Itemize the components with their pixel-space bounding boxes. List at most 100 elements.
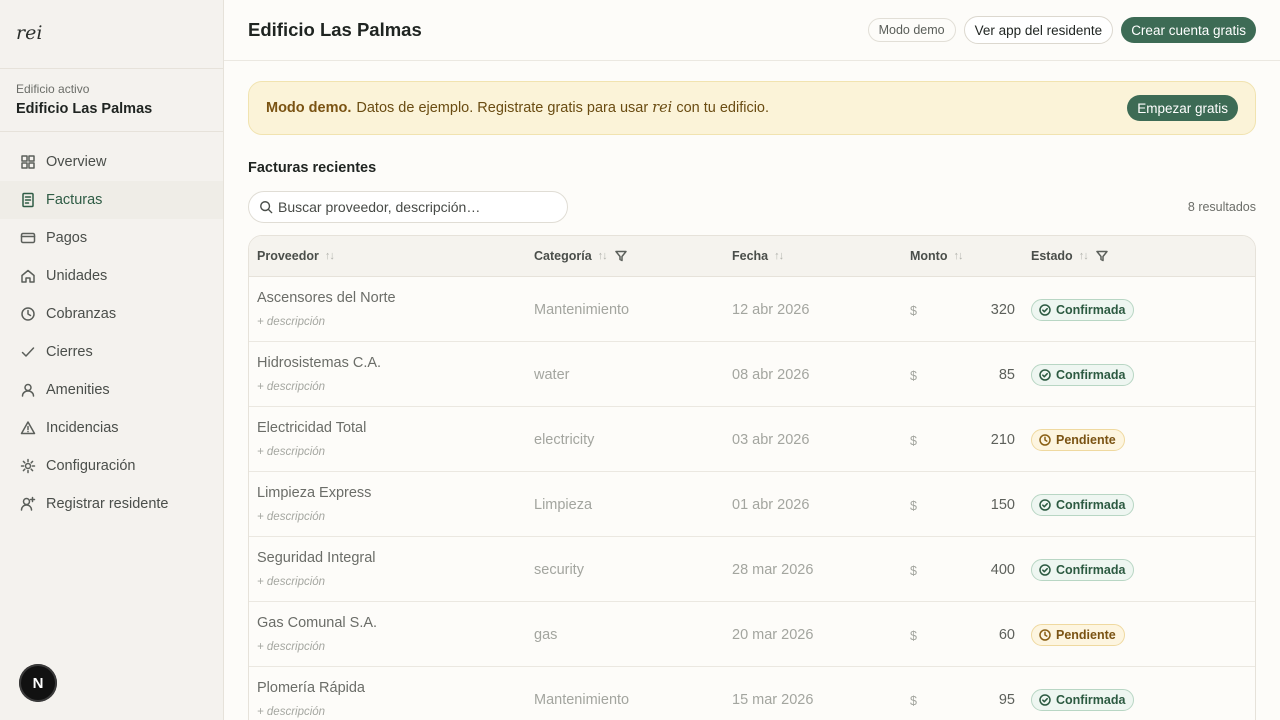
cell-categoria: Limpieza [534, 497, 593, 513]
sort-icon: ↑↓ [1078, 250, 1089, 262]
table-row[interactable]: Limpieza Express + descripción Limpieza 01 … [249, 472, 1255, 537]
cell-proveedor: Gas Comunal S.A. [257, 615, 378, 631]
search-input[interactable]: Buscar proveedor, descripción… [248, 191, 568, 223]
demo-mode-pill: Modo demo [867, 18, 956, 42]
cell-fecha: 01 abr 2026 [732, 497, 810, 513]
status-label: Confirmada [1056, 498, 1126, 512]
cell-monto: 60 [998, 627, 1015, 643]
dev-badge[interactable]: N [19, 664, 57, 702]
add-description-link[interactable]: + descripción [257, 576, 325, 588]
sort-icon: ↑↓ [597, 250, 608, 262]
sidebar-item-pagos[interactable]: Pagos [0, 219, 223, 257]
sidebar-item-label: Cierres [46, 344, 93, 360]
check-circle-icon [1039, 694, 1051, 706]
col-categoria-label: Categoría [534, 249, 592, 263]
results-count: 8 resultados [1187, 200, 1256, 214]
cell-moneda: $ [910, 694, 917, 708]
table-row[interactable]: Hidrosistemas C.A. + descripción water 08 a… [249, 342, 1255, 407]
sidebar-item-facturas[interactable]: Facturas [0, 181, 223, 219]
banner-text-before: Datos de ejemplo. Registrate gratis para… [356, 100, 649, 116]
cell-categoria: Mantenimiento [534, 692, 630, 708]
cell-categoria: electricity [534, 432, 595, 448]
check-icon [19, 344, 36, 361]
sidebar-item-label: Registrar residente [46, 496, 169, 512]
card-icon [19, 230, 36, 247]
sidebar-item-configuracion[interactable]: Configuración [0, 447, 223, 485]
add-description-link[interactable]: + descripción [257, 381, 325, 393]
sidebar-item-label: Amenities [46, 382, 110, 398]
table-row[interactable]: Seguridad Integral + descripción security 2… [249, 537, 1255, 602]
sidebar-item-unidades[interactable]: Unidades [0, 257, 223, 295]
status-badge: Confirmada [1031, 494, 1135, 516]
cell-monto: 400 [990, 562, 1015, 578]
active-building[interactable]: Edificio activo Edificio Las Palmas [0, 69, 223, 132]
status-badge: Confirmada [1031, 559, 1135, 581]
col-monto[interactable]: Monto ↑↓ [910, 249, 963, 263]
sidebar-item-cierres[interactable]: Cierres [0, 333, 223, 371]
cell-monto: 85 [998, 367, 1015, 383]
col-proveedor[interactable]: Proveedor ↑↓ [257, 249, 335, 263]
col-categoria[interactable]: Categoría ↑↓ [534, 249, 627, 263]
filter-icon[interactable] [614, 250, 627, 262]
sun-gear-icon [19, 458, 36, 475]
table-row[interactable]: Electricidad Total + descripción electrici… [249, 407, 1255, 472]
demo-banner: Modo demo. Datos de ejemplo. Registrate … [248, 81, 1256, 135]
sidebar-item-registrar-residente[interactable]: Registrar residente [0, 485, 223, 523]
sidebar-item-incidencias[interactable]: Incidencias [0, 409, 223, 447]
col-fecha[interactable]: Fecha ↑↓ [732, 249, 784, 263]
col-fecha-label: Fecha [732, 249, 769, 263]
banner-brand: rei [652, 100, 673, 116]
sidebar-item-cobranzas[interactable]: Cobranzas [0, 295, 223, 333]
filter-icon[interactable] [1095, 250, 1108, 262]
add-description-link[interactable]: + descripción [257, 706, 325, 718]
cell-categoria: security [534, 562, 584, 578]
cell-monto: 320 [990, 302, 1015, 318]
app-logo[interactable]: rei [0, 0, 223, 69]
add-description-link[interactable]: + descripción [257, 446, 325, 458]
cell-monto: 150 [990, 497, 1015, 513]
clock-icon [1039, 629, 1051, 641]
cell-fecha: 28 mar 2026 [732, 562, 814, 578]
status-label: Confirmada [1056, 368, 1126, 382]
status-label: Pendiente [1056, 433, 1116, 447]
cell-moneda: $ [910, 629, 917, 643]
add-description-link[interactable]: + descripción [257, 316, 325, 328]
cell-categoria: gas [534, 627, 558, 643]
start-free-button[interactable]: Empezar gratis [1127, 95, 1238, 121]
user-plus-icon [19, 496, 36, 513]
status-badge: Confirmada [1031, 689, 1135, 711]
sidebar-item-label: Pagos [46, 230, 88, 246]
col-estado[interactable]: Estado ↑↓ [1031, 249, 1108, 263]
cell-proveedor: Electricidad Total [257, 420, 367, 436]
table-row[interactable]: Ascensores del Norte + descripción Manteni… [249, 277, 1255, 342]
cell-fecha: 15 mar 2026 [732, 692, 814, 708]
add-description-link[interactable]: + descripción [257, 511, 325, 523]
sidebar-item-label: Facturas [46, 192, 103, 208]
sort-icon: ↑↓ [774, 250, 784, 262]
table-body: Ascensores del Norte + descripción Manteni… [249, 277, 1255, 720]
add-description-link[interactable]: + descripción [257, 641, 325, 653]
cell-proveedor: Limpieza Express [257, 485, 372, 501]
page-title: Edificio Las Palmas [248, 19, 422, 40]
cell-categoria: Mantenimiento [534, 302, 630, 318]
cell-monto: 210 [990, 432, 1015, 448]
col-monto-label: Monto [910, 249, 948, 263]
sidebar-item-overview[interactable]: Overview [0, 143, 223, 181]
home-icon [19, 268, 36, 285]
sort-icon: ↑↓ [324, 250, 335, 262]
sidebar-item-label: Incidencias [46, 420, 119, 436]
create-account-button[interactable]: Crear cuenta gratis [1121, 17, 1256, 43]
sidebar-item-label: Cobranzas [46, 306, 117, 322]
cell-proveedor: Plomería Rápida [257, 680, 365, 696]
status-label: Pendiente [1056, 628, 1116, 642]
table-row[interactable]: Plomería Rápida + descripción Mantenimient… [249, 667, 1255, 720]
resident-app-button[interactable]: Ver app del residente [963, 16, 1114, 44]
table-row[interactable]: Gas Comunal S.A. + descripción gas 20 mar 2… [249, 602, 1255, 667]
banner-strong: Modo demo. [266, 100, 352, 116]
sidebar-item-amenities[interactable]: Amenities [0, 371, 223, 409]
status-label: Confirmada [1056, 563, 1126, 577]
col-estado-label: Estado [1031, 249, 1073, 263]
cell-categoria: water [534, 367, 570, 383]
cell-moneda: $ [910, 369, 917, 383]
check-circle-icon [1039, 369, 1051, 381]
